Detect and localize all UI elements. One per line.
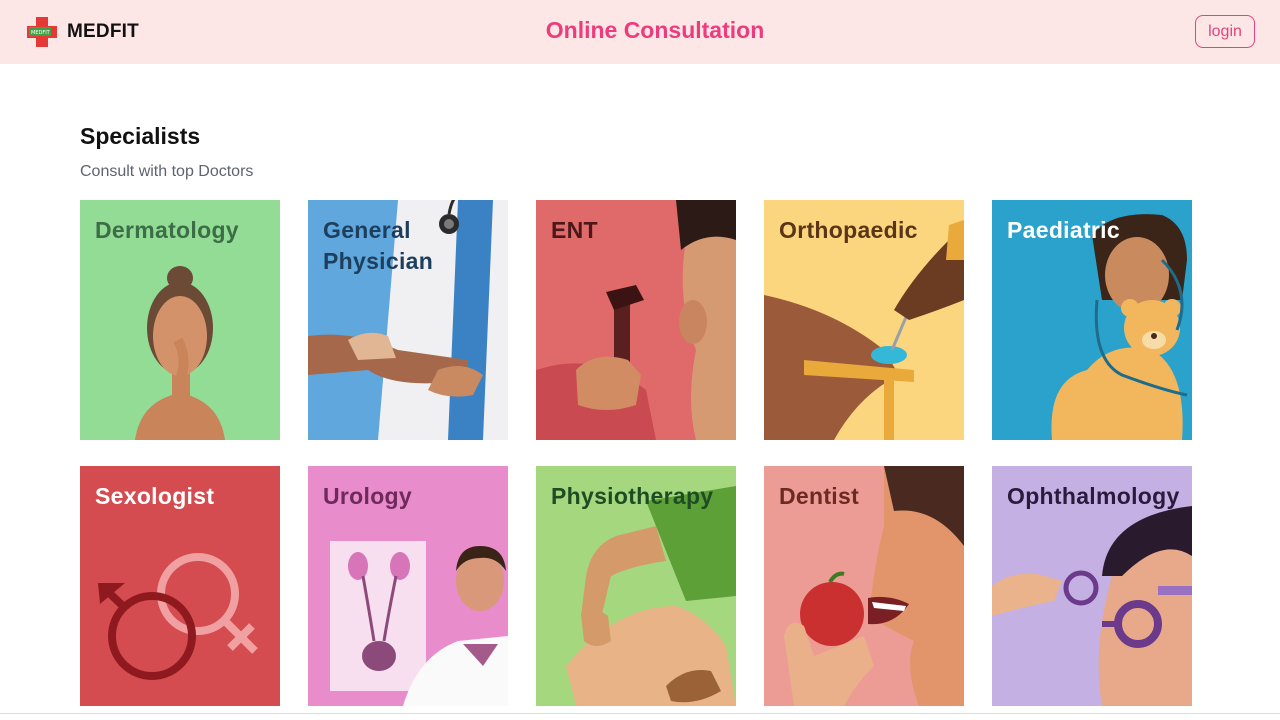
section-subtitle: Consult with top Doctors (80, 163, 254, 180)
specialist-card-general-physician[interactable]: General Physician (308, 200, 508, 440)
specialist-card-paediatric[interactable]: Paediatric (992, 200, 1192, 440)
specialist-label: Orthopaedic (779, 217, 918, 243)
page-title: Online Consultation (545, 17, 765, 43)
specialist-label: Sexologist (95, 483, 215, 509)
specialist-card-urology[interactable]: Urology (308, 466, 508, 706)
specialist-card-ent[interactable]: ENT (536, 200, 736, 440)
specialist-card-dentist[interactable]: Dentist (764, 466, 964, 706)
specialist-card-sexologist[interactable]: Sexologist (80, 466, 280, 706)
specialist-label: General Physician (323, 217, 434, 274)
specialist-label: ENT (551, 217, 598, 243)
specialist-label: Dermatology (95, 217, 239, 243)
specialist-card-physiotherapy[interactable]: Physiotherapy (536, 466, 736, 706)
specialist-label: Physiotherapy (551, 483, 714, 509)
specialist-card-ophthalmology[interactable]: Ophthalmology (992, 466, 1192, 706)
top-navbar: MEDFIT MEDFIT Online Consultation login (0, 0, 1280, 64)
specialist-label: Urology (323, 483, 412, 509)
bottom-divider (0, 713, 1280, 714)
login-button[interactable]: login (1195, 15, 1255, 48)
specialist-label: Paediatric (1007, 217, 1120, 243)
section-title: Specialists (80, 123, 201, 149)
specialist-card-orthopaedic[interactable]: Orthopaedic (764, 200, 964, 440)
specialist-label: Dentist (779, 483, 860, 509)
specialist-card-dermatology[interactable]: Dermatology (80, 200, 280, 440)
specialist-label: Ophthalmology (1007, 483, 1180, 509)
